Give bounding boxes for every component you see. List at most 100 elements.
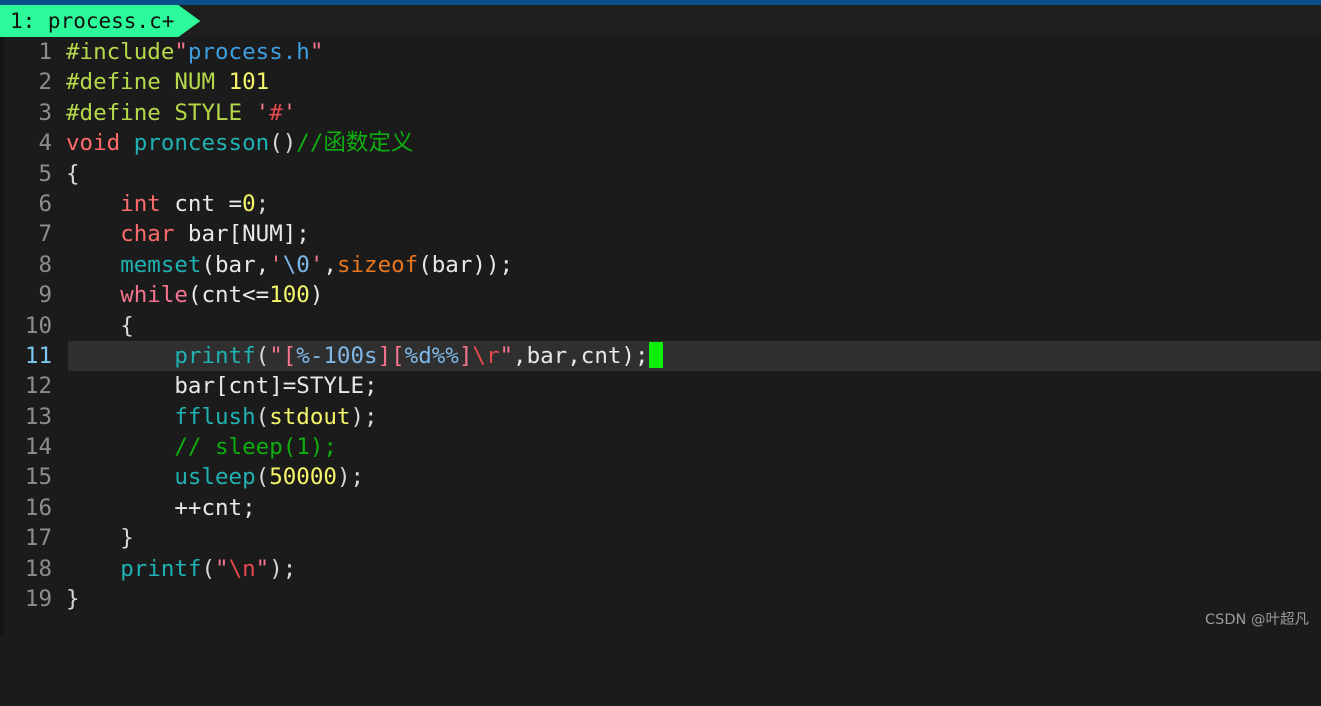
token-preprocessor: #define (66, 99, 161, 126)
code-line-9[interactable]: 9 while(cnt<=100) (0, 280, 1321, 310)
token-quote-open: ' (255, 99, 270, 126)
code-line-5[interactable]: 5 { (0, 159, 1321, 189)
token-comma: , (323, 251, 337, 278)
token-quote-close: " (255, 555, 270, 582)
token-keyword: char (120, 221, 175, 248)
token-quote-close: ' (309, 251, 324, 278)
token-paren-open: ( (201, 555, 216, 582)
token-string-mid: ][ (377, 342, 405, 369)
token-quote-close: ' (282, 99, 297, 126)
token-function-name: fflush (174, 403, 256, 430)
line-content: fflush(stdout); (66, 402, 377, 432)
line-content: void proncesson()//函数定义 (66, 128, 413, 158)
line-content: #define STYLE '#' (66, 98, 296, 128)
code-line-8[interactable]: 8 memset(bar,'\0',sizeof(bar)); (0, 250, 1321, 280)
token-brace: { (66, 160, 80, 187)
code-editor-window: 1: process.c+ 1 #include"process.h" 2 #d… (0, 0, 1321, 635)
token-paren-open: ( (255, 342, 270, 369)
token-comment: // sleep(1); (174, 434, 337, 461)
code-line-7[interactable]: 7 char bar[NUM]; (0, 219, 1321, 249)
token-paren-open: ( (255, 464, 270, 491)
line-content: int cnt =0; (66, 189, 269, 219)
token-macro-name: STYLE (160, 99, 256, 126)
code-line-14[interactable]: 14 // sleep(1); (0, 432, 1321, 462)
token-format-spec: %-100s (296, 342, 378, 369)
code-line-1[interactable]: 1 #include"process.h" (0, 37, 1321, 67)
tab-process-c[interactable]: 1: process.c+ (0, 5, 200, 37)
line-content: // sleep(1); (66, 432, 337, 462)
token-stdout: stdout (269, 403, 351, 430)
token-quote-close: " (309, 39, 324, 65)
token-quote-open: ' (269, 251, 283, 278)
code-line-16[interactable]: 16 ++cnt; (0, 493, 1321, 523)
token-function-name: printf (174, 342, 256, 369)
line-number: 11 (24, 342, 52, 369)
token-paren-close: ); (336, 464, 365, 491)
code-line-6[interactable]: 6 int cnt =0; (0, 189, 1321, 219)
line-content: { (66, 311, 134, 341)
line-content: #define NUM 101 (66, 67, 269, 97)
token-keyword: int (120, 190, 161, 217)
line-number: 12 (24, 373, 52, 400)
token-preprocessor: #include (66, 39, 175, 65)
code-line-12[interactable]: 12 bar[cnt]=STYLE; (0, 371, 1321, 401)
token-condition: (cnt<= (187, 282, 270, 309)
token-statement: ++cnt; (174, 494, 256, 521)
line-number: 18 (24, 555, 52, 582)
code-line-17[interactable]: 17 } (0, 523, 1321, 553)
line-number: 17 (24, 525, 52, 552)
token-char-value: # (269, 99, 283, 126)
token-semicolon: ; (255, 190, 270, 217)
token-args-tail: ,bar,cnt); (513, 342, 649, 369)
line-number: 15 (24, 464, 52, 491)
line-number: 2 (38, 69, 52, 96)
code-line-3[interactable]: 3 #define STYLE '#' (0, 98, 1321, 128)
token-format-spec: %d%% (404, 342, 459, 369)
code-line-2[interactable]: 2 #define NUM 101 (0, 67, 1321, 97)
token-args: (bar, (201, 251, 270, 278)
token-identifier: cnt = (160, 190, 243, 217)
code-line-13[interactable]: 13 fflush(stdout); (0, 402, 1321, 432)
line-number: 4 (38, 130, 52, 157)
tab-bar: 1: process.c+ (0, 5, 1321, 37)
line-content: memset(bar,'\0',sizeof(bar)); (66, 250, 513, 280)
line-number: 14 (24, 434, 52, 461)
token-quote-open: " (174, 39, 188, 65)
token-comment: //函数定义 (296, 130, 414, 157)
code-line-19[interactable]: 19 } (0, 584, 1321, 614)
line-content: printf("[%-100s][%d%%]\r",bar,cnt); (66, 341, 663, 371)
token-function-name: usleep (174, 464, 256, 491)
editor-area[interactable]: 1 #include"process.h" 2 #define NUM 101 … (0, 37, 1321, 635)
line-content: usleep(50000); (66, 462, 364, 492)
code-line-11[interactable]: 11 printf("[%-100s][%d%%]\r",bar,cnt); (0, 340, 1321, 372)
code-line-18[interactable]: 18 printf("\n"); (0, 554, 1321, 584)
line-content: { (66, 159, 80, 189)
line-number: 3 (38, 99, 52, 126)
token-function-name: memset (120, 251, 202, 278)
token-keyword-while: while (120, 282, 188, 309)
line-number: 1 (38, 39, 52, 65)
code-line-4[interactable]: 4 void proncesson()//函数定义 (0, 128, 1321, 158)
line-content: bar[cnt]=STYLE; (66, 371, 377, 401)
code-line-10[interactable]: 10 { (0, 311, 1321, 341)
token-brace: { (120, 312, 134, 339)
code-line-15[interactable]: 15 usleep(50000); (0, 462, 1321, 492)
token-preprocessor: #define (66, 69, 161, 96)
text-cursor (648, 341, 663, 368)
token-sizeof: sizeof (336, 251, 419, 278)
tab-label: 1: process.c+ (10, 9, 175, 33)
token-paren-open: ( (255, 403, 270, 430)
line-number: 8 (38, 251, 52, 278)
token-brace: } (66, 586, 80, 613)
token-string-start: "[ (269, 342, 297, 369)
line-number: 16 (24, 494, 52, 521)
token-escape-cr: \r (472, 342, 500, 369)
